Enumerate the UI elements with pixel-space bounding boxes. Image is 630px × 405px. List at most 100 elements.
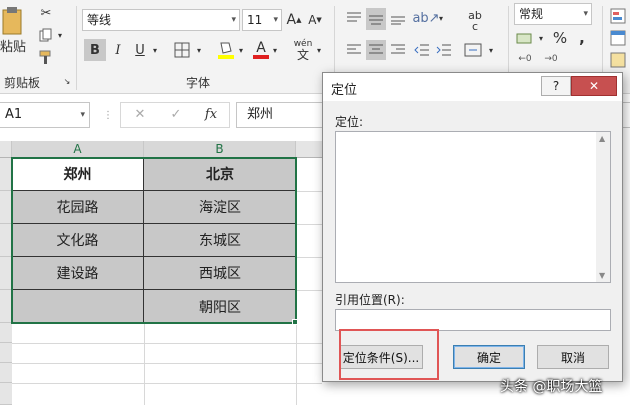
font-family-value: 等线 <box>87 13 112 27</box>
goto-list-label: 定位: <box>335 115 364 129</box>
shrink-font-button[interactable]: A ▼ <box>306 10 324 30</box>
dialog-title: 定位 <box>331 83 358 98</box>
orientation-icon[interactable]: ab↗ <box>412 8 439 28</box>
row-header[interactable] <box>0 363 12 383</box>
wrap-text-icon[interactable]: ab c <box>462 8 488 34</box>
bold-label: B <box>90 42 100 58</box>
cancel-button[interactable]: 取消 <box>537 345 609 369</box>
chevron-down-icon[interactable]: ▾ <box>536 32 546 44</box>
highlight-box <box>339 329 439 380</box>
chevron-down-icon: ▾ <box>80 110 85 120</box>
column-header-a[interactable]: A <box>12 141 144 158</box>
grow-font-label: A <box>286 12 297 28</box>
confirm-entry-icon[interactable]: ✓ <box>167 105 185 125</box>
number-format-combo[interactable]: 常规 ▾ <box>514 3 592 25</box>
italic-button[interactable]: I <box>108 39 128 61</box>
scroll-down-icon[interactable]: ▼ <box>599 271 605 280</box>
font-size-combo[interactable]: 11 ▾ <box>242 9 282 31</box>
chevron-down-icon[interactable]: ▾ <box>486 44 496 56</box>
scroll-up-icon[interactable]: ▲ <box>599 134 605 143</box>
chevron-down-icon[interactable]: ▾ <box>270 44 280 56</box>
font-color-label: A <box>256 40 266 56</box>
align-center-icon[interactable] <box>366 40 386 60</box>
fill-handle[interactable] <box>292 319 298 325</box>
sheet-corner[interactable] <box>0 141 12 158</box>
chevron-down-icon[interactable]: ▾ <box>194 44 204 56</box>
font-group-label: 字体 <box>186 76 211 90</box>
row-header[interactable] <box>0 383 12 405</box>
align-middle-icon[interactable] <box>366 8 386 30</box>
row-header[interactable] <box>0 343 12 363</box>
copy-icon[interactable] <box>36 26 56 44</box>
increase-indent-icon[interactable] <box>434 40 454 60</box>
column-header-b[interactable]: B <box>144 141 296 158</box>
bold-button[interactable]: B <box>84 39 106 61</box>
align-top-icon[interactable] <box>344 8 364 28</box>
list-scrollbar[interactable]: ▲ ▼ <box>596 132 610 282</box>
align-left-icon[interactable] <box>344 40 364 60</box>
formula-value: 郑州 <box>247 107 274 122</box>
number-format-value: 常规 <box>519 7 544 21</box>
decimal-increase-icon[interactable]: ←0 <box>514 50 536 68</box>
name-box-value: A1 <box>5 107 23 122</box>
conditional-format-icon[interactable] <box>608 6 628 26</box>
chevron-down-icon: ▾ <box>583 9 588 19</box>
ok-button-label: 确定 <box>476 350 501 365</box>
chevron-down-icon: ▾ <box>273 15 278 25</box>
grow-font-button[interactable]: A ▲ <box>285 10 303 30</box>
format-table-icon[interactable] <box>608 28 628 48</box>
goto-list[interactable]: ▲ ▼ <box>335 131 611 283</box>
help-button[interactable]: ? <box>541 76 571 96</box>
reference-input[interactable] <box>335 309 611 331</box>
paste-button[interactable]: 粘贴 <box>0 36 26 55</box>
decrease-indent-icon[interactable] <box>412 40 432 60</box>
clipboard-launcher-icon[interactable]: ↘ <box>62 76 72 86</box>
underline-label: U <box>135 42 145 58</box>
cancel-button-label: 取消 <box>560 350 585 365</box>
align-bottom-icon[interactable] <box>388 8 408 28</box>
fill-color-icon[interactable] <box>216 38 236 62</box>
italic-label: I <box>115 42 121 58</box>
row-header[interactable] <box>0 323 12 343</box>
decimal-decrease-icon[interactable]: →0 <box>540 50 562 68</box>
more-icon: ⋮ <box>103 109 113 121</box>
align-right-icon[interactable] <box>388 40 408 60</box>
chevron-down-icon[interactable]: ▾ <box>314 44 324 56</box>
underline-button[interactable]: U <box>130 39 150 61</box>
help-icon: ? <box>552 79 560 93</box>
paste-icon[interactable] <box>0 4 24 38</box>
ok-button[interactable]: 确定 <box>453 345 525 369</box>
dialog-titlebar[interactable]: 定位 ? ✕ <box>323 73 622 101</box>
font-color-icon[interactable]: A <box>252 38 270 62</box>
wrap-text-c: c <box>471 20 479 33</box>
merge-center-icon[interactable] <box>462 40 484 60</box>
font-family-combo[interactable]: 等线 ▾ <box>82 9 240 31</box>
font-size-value: 11 <box>247 13 263 27</box>
cut-icon[interactable]: ✂ <box>36 4 56 22</box>
close-icon: ✕ <box>588 79 600 93</box>
cancel-entry-icon[interactable]: ✕ <box>131 105 149 125</box>
format-painter-icon[interactable] <box>36 48 56 66</box>
comma-label: , <box>579 29 585 47</box>
name-box[interactable]: A1 ▾ <box>0 102 90 128</box>
clipboard-group-label: 剪贴板 <box>4 76 41 90</box>
chevron-down-icon[interactable]: ▾ <box>236 44 246 56</box>
currency-icon[interactable] <box>514 28 536 48</box>
copy-dropdown-icon[interactable]: ▾ <box>56 28 64 42</box>
comma-button[interactable]: , <box>574 28 590 48</box>
shrink-font-label: A <box>308 13 317 27</box>
formula-buttons: ✕ ✓ fx <box>120 102 230 128</box>
reference-label: 引用位置(R): <box>335 293 405 307</box>
insert-function-icon[interactable]: fx <box>201 105 221 125</box>
close-button[interactable]: ✕ <box>571 76 617 96</box>
percent-label: % <box>552 29 568 47</box>
chevron-down-icon[interactable]: ▾ <box>150 44 160 56</box>
chevron-down-icon: ▾ <box>231 15 236 25</box>
watermark: 头条 @职场大篮 <box>500 379 603 395</box>
selection-outline <box>11 157 297 324</box>
border-icon[interactable] <box>172 40 192 60</box>
phonetic-icon[interactable]: wén 文 <box>292 38 314 62</box>
chevron-down-icon[interactable]: ▾ <box>436 12 446 24</box>
cell-styles-icon[interactable] <box>608 50 628 70</box>
percent-button[interactable]: % <box>550 28 570 48</box>
